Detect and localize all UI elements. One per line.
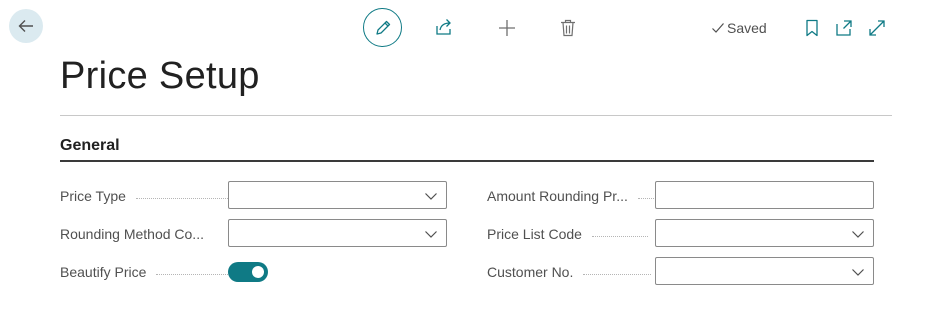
chevron-down-icon [425,193,437,200]
pencil-icon [375,20,390,35]
new-button[interactable] [496,17,518,39]
edit-button[interactable] [363,8,402,47]
price-type-select[interactable] [228,181,447,209]
saved-status: Saved [711,20,767,36]
chevron-down-icon [852,269,864,276]
field-label-price-list-code: Price List Code [487,226,648,242]
bookmark-icon [806,19,818,37]
popout-icon [836,20,852,36]
share-icon [436,19,451,35]
customer-no-select[interactable] [655,257,874,285]
field-label-customer-no: Customer No. [487,264,652,280]
field-label-price-type: Price Type [60,188,232,204]
chevron-down-icon [425,231,437,238]
field-label-amount-rounding: Amount Rounding Pr... [487,188,654,204]
saved-label: Saved [727,20,767,36]
chevron-down-icon [852,231,864,238]
back-arrow-icon [18,20,33,32]
open-in-new-window-button[interactable] [833,17,855,39]
checkmark-icon [712,23,724,33]
back-button[interactable] [9,9,43,43]
page-title: Price Setup [60,55,260,97]
delete-button[interactable] [557,17,579,39]
bookmark-button[interactable] [802,17,822,39]
price-list-code-select[interactable] [655,219,874,247]
beautify-price-toggle[interactable] [228,262,268,282]
plus-icon [499,20,515,36]
title-divider [60,115,892,116]
expand-button[interactable] [866,17,888,39]
section-divider [60,160,874,162]
toggle-knob [252,266,264,278]
field-label-beautify-price: Beautify Price [60,264,229,280]
rounding-method-select[interactable] [228,219,447,247]
amount-rounding-input[interactable] [655,181,874,209]
field-label-rounding-method: Rounding Method Co... [60,226,204,242]
trash-icon [561,19,575,37]
share-button[interactable] [433,16,455,38]
expand-icon [869,20,885,36]
section-title-general[interactable]: General [60,137,120,155]
